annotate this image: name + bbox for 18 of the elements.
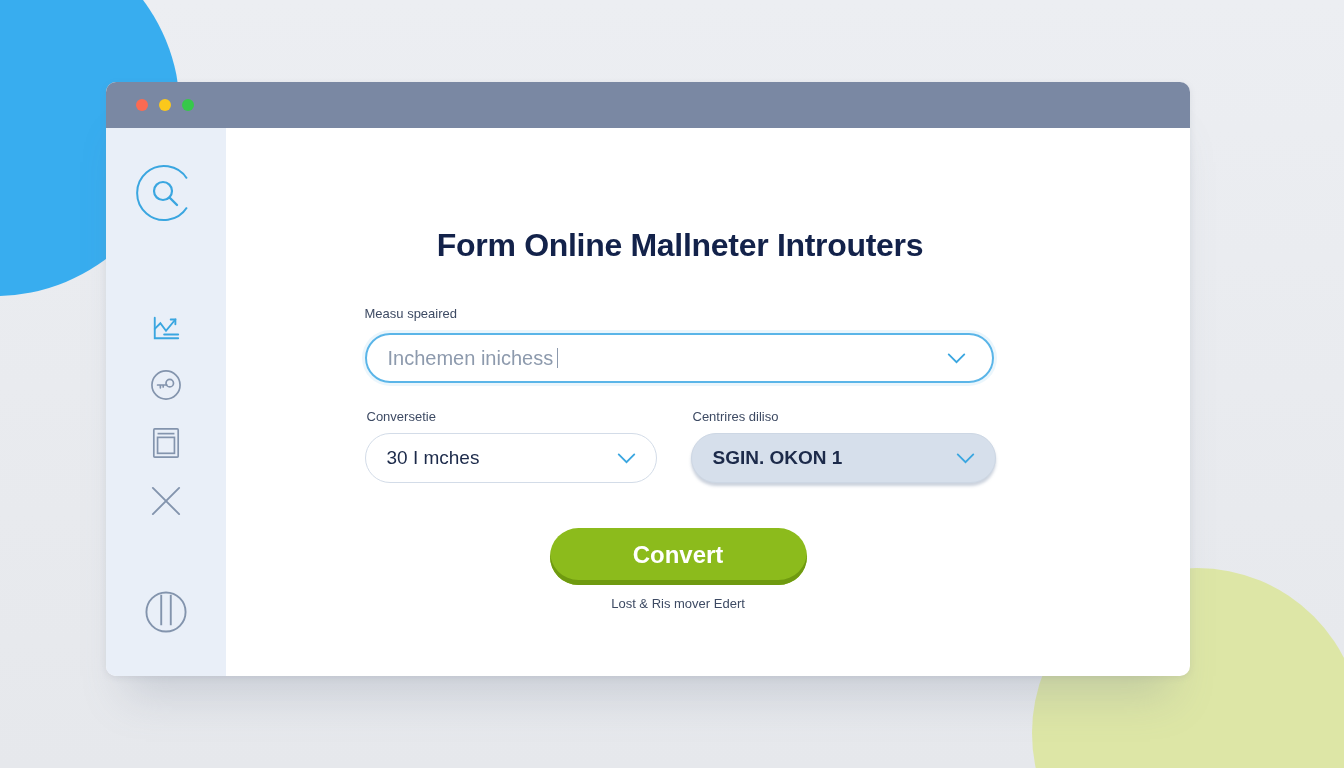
close-icon[interactable] — [151, 486, 181, 516]
minimize-dot-icon[interactable] — [159, 99, 171, 111]
field-label: Conversetie — [366, 409, 436, 425]
text-cursor-icon — [557, 348, 559, 368]
footer-note: Lost & Ris mover Edert — [611, 596, 745, 612]
field-label: Measu speaired — [364, 306, 457, 322]
chevron-down-icon — [616, 452, 636, 464]
window-icon[interactable] — [151, 428, 181, 458]
maximize-dot-icon[interactable] — [182, 99, 194, 111]
key-icon[interactable] — [151, 370, 181, 400]
form-title: Form Online Mallneter Introuters — [436, 226, 924, 264]
pause-circle-icon[interactable] — [145, 591, 187, 633]
close-dot-icon[interactable] — [136, 99, 148, 111]
field-label: Centrires diliso — [692, 409, 779, 425]
unit-dropdown[interactable]: 30 I mches — [364, 433, 657, 483]
chevron-down-icon — [955, 452, 975, 464]
unit-dropdown[interactable]: SGIN. OKON 1 — [690, 433, 996, 483]
chevron-down-icon[interactable] — [946, 352, 966, 364]
